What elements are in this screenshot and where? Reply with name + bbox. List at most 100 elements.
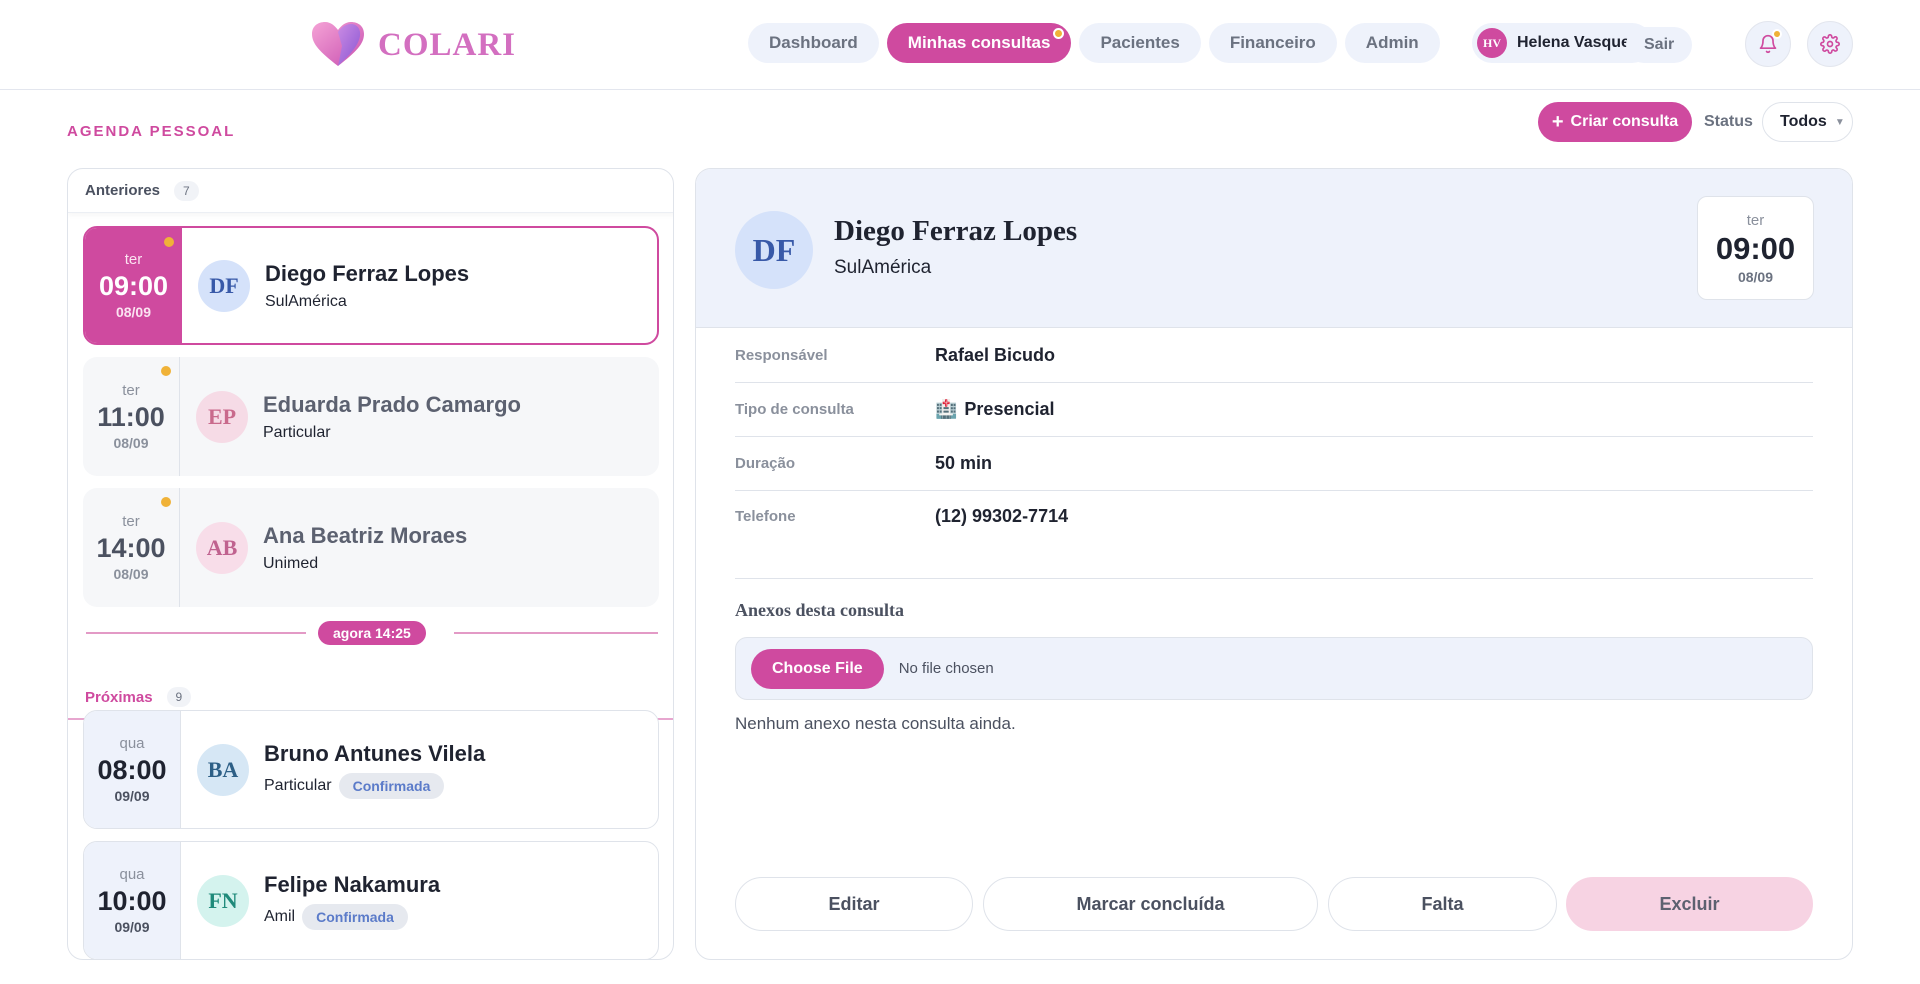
appointment-time: ter 09:00 08/09: [85, 228, 182, 343]
file-status: No file chosen: [898, 660, 994, 677]
insurance-label: SulAmérica: [265, 292, 347, 310]
mark-absent-button[interactable]: Falta: [1328, 877, 1557, 931]
delete-button[interactable]: Excluir: [1566, 877, 1813, 931]
patient-avatar: BA: [197, 743, 249, 796]
weekday: ter: [1746, 211, 1765, 229]
create-appointment-label: Criar consulta: [1570, 113, 1679, 130]
status-filter-select[interactable]: Todos ▼: [1762, 102, 1853, 142]
empty-annex-message: Nenhum anexo nesta consulta ainda.: [735, 714, 1016, 733]
insurance: Particular: [263, 424, 521, 442]
mark-complete-button[interactable]: Marcar concluída: [983, 877, 1318, 931]
weekday: ter: [122, 513, 140, 530]
patient-avatar: DF: [198, 259, 250, 312]
field-responsavel: Responsável Rafael Bicudo: [735, 329, 1813, 383]
appointment-time: ter 11:00 08/09: [83, 357, 180, 476]
nav-financeiro[interactable]: Financeiro: [1208, 23, 1337, 63]
insurance-label: Particular: [263, 423, 331, 441]
pending-dot: [161, 366, 171, 376]
nav-minhas-consultas[interactable]: Minhas consultas: [886, 23, 1072, 63]
top-navigation-bar: COLARI Dashboard Minhas consultas Pacien…: [0, 0, 1920, 90]
time: 10:00: [97, 886, 167, 916]
appointment-detail: DF Diego Ferraz Lopes SulAmérica ter 09:…: [695, 168, 1853, 960]
status-filter-value: Todos: [1780, 113, 1827, 130]
divider: [735, 578, 1813, 579]
appointment-list[interactable]: Anteriores 7 ter 09:00 08/09 DF Diego Fe…: [67, 168, 674, 960]
field-label: Responsável: [735, 347, 828, 364]
choose-file-button[interactable]: Choose File: [751, 648, 884, 689]
patient-avatar: FN: [197, 874, 249, 927]
field-telefone: Telefone (12) 99302-7714: [735, 491, 1813, 541]
app-name: COLARI: [378, 26, 517, 63]
notification-dot: [1053, 28, 1065, 39]
nav-minhas-consultas-label: Minhas consultas: [907, 33, 1051, 52]
time: 09:00: [1715, 230, 1796, 266]
date: 09/09: [114, 919, 150, 935]
field-label: Tipo de consulta: [735, 401, 854, 418]
nav-dashboard[interactable]: Dashboard: [748, 23, 879, 63]
field-tipo-consulta: Tipo de consulta 🏥 Presencial: [735, 383, 1813, 437]
nav-pacientes[interactable]: Pacientes: [1079, 23, 1201, 63]
weekday: qua: [119, 735, 145, 752]
field-value: 50 min: [935, 453, 993, 473]
appointment-time-box: ter 09:00 08/09: [1697, 196, 1814, 300]
group-count: 9: [166, 687, 192, 707]
gear-icon: [1820, 34, 1840, 54]
patient-avatar: AB: [196, 521, 248, 574]
date: 08/09: [113, 435, 149, 451]
pending-dot: [164, 237, 174, 247]
field-value: (12) 99302-7714: [935, 505, 1069, 526]
detail-actions: Editar Marcar concluída Falta Excluir: [735, 877, 1813, 931]
plus-icon: +: [1551, 111, 1564, 133]
status-filter-label: Status: [1704, 113, 1753, 130]
heart-logo-icon: [312, 22, 364, 66]
patient-name: Diego Ferraz Lopes: [265, 260, 470, 286]
field-value: Rafael Bicudo: [935, 345, 1056, 365]
edit-button[interactable]: Editar: [735, 877, 973, 931]
patient-avatar: EP: [196, 390, 248, 443]
group-count: 7: [174, 180, 199, 201]
insurance-label: Particular: [264, 776, 332, 794]
appointment-card[interactable]: ter 14:00 08/09 AB Ana Beatriz Moraes Un…: [83, 488, 659, 607]
patient-avatar: DF: [735, 211, 813, 289]
group-label: Próximas: [85, 688, 153, 706]
weekday: ter: [124, 251, 143, 268]
weekday: qua: [119, 866, 145, 883]
date: 08/09: [1737, 268, 1774, 285]
app-logo[interactable]: COLARI: [310, 20, 516, 70]
appointment-time: qua 08:00 09/09: [84, 711, 181, 828]
status-badge: Confirmada: [338, 772, 445, 799]
field-value-text: Presencial: [964, 399, 1055, 419]
weekday: ter: [122, 382, 140, 399]
notifications-button[interactable]: [1745, 21, 1791, 67]
appointment-time: ter 14:00 08/09: [83, 488, 180, 607]
date: 08/09: [113, 566, 149, 582]
logout-button[interactable]: Sair: [1626, 27, 1693, 63]
insurance: Amil Confirmada: [264, 903, 440, 930]
main-nav: Dashboard Minhas consultas Pacientes Fin…: [748, 23, 1440, 63]
appointment-card[interactable]: qua 10:00 09/09 FN Felipe Nakamura Amil …: [83, 841, 659, 959]
time: 11:00: [97, 402, 165, 432]
date: 09/09: [114, 788, 150, 804]
insurance-label: Unimed: [263, 554, 319, 572]
insurance: SulAmérica: [834, 257, 932, 278]
appointment-card[interactable]: ter 11:00 08/09 EP Eduarda Prado Camargo…: [83, 357, 659, 476]
insurance: Particular Confirmada: [264, 772, 485, 799]
chevron-down-icon: ▼: [1834, 116, 1845, 128]
hospital-icon: 🏥: [935, 399, 958, 419]
create-appointment-button[interactable]: + Criar consulta: [1538, 102, 1692, 142]
patient-name: Eduarda Prado Camargo: [263, 391, 521, 417]
file-upload[interactable]: Choose File No file chosen: [735, 637, 1813, 700]
group-label: Anteriores: [85, 182, 161, 199]
field-duracao: Duração 50 min: [735, 437, 1813, 491]
appointment-card[interactable]: ter 09:00 08/09 DF Diego Ferraz Lopes Su…: [83, 226, 659, 345]
appointment-time: qua 10:00 09/09: [84, 842, 181, 959]
detail-header: DF Diego Ferraz Lopes SulAmérica ter 09:…: [696, 169, 1852, 328]
settings-button[interactable]: [1807, 21, 1853, 67]
current-time-label: agora 14:25: [318, 621, 426, 645]
user-name: Helena Vasques: [1517, 34, 1639, 51]
nav-admin[interactable]: Admin: [1344, 23, 1440, 63]
insurance: SulAmérica: [265, 293, 469, 311]
user-menu[interactable]: HV Helena Vasques: [1472, 23, 1652, 63]
time: 09:00: [98, 271, 169, 301]
appointment-card[interactable]: qua 08:00 09/09 BA Bruno Antunes Vilela …: [83, 710, 659, 829]
